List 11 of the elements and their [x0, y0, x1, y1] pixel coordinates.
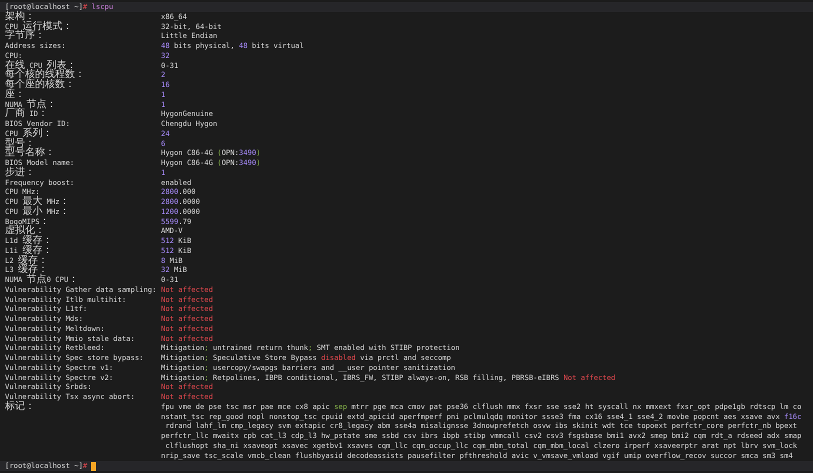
field-label: 每个核的线程数： [5, 70, 86, 80]
field-label: 步进： [5, 168, 36, 178]
field-label: 字节序： [5, 31, 45, 41]
field-label: 虚拟化： [5, 226, 46, 236]
text-cursor [91, 462, 96, 471]
field-label: 座： [5, 90, 26, 100]
field-label: 型号： [5, 138, 35, 148]
field-label: 标记： [5, 402, 36, 412]
field-label: 型号名称： [5, 148, 56, 158]
field-label: 每个座的核数： [5, 80, 76, 90]
field-label: 架构： [5, 12, 35, 22]
